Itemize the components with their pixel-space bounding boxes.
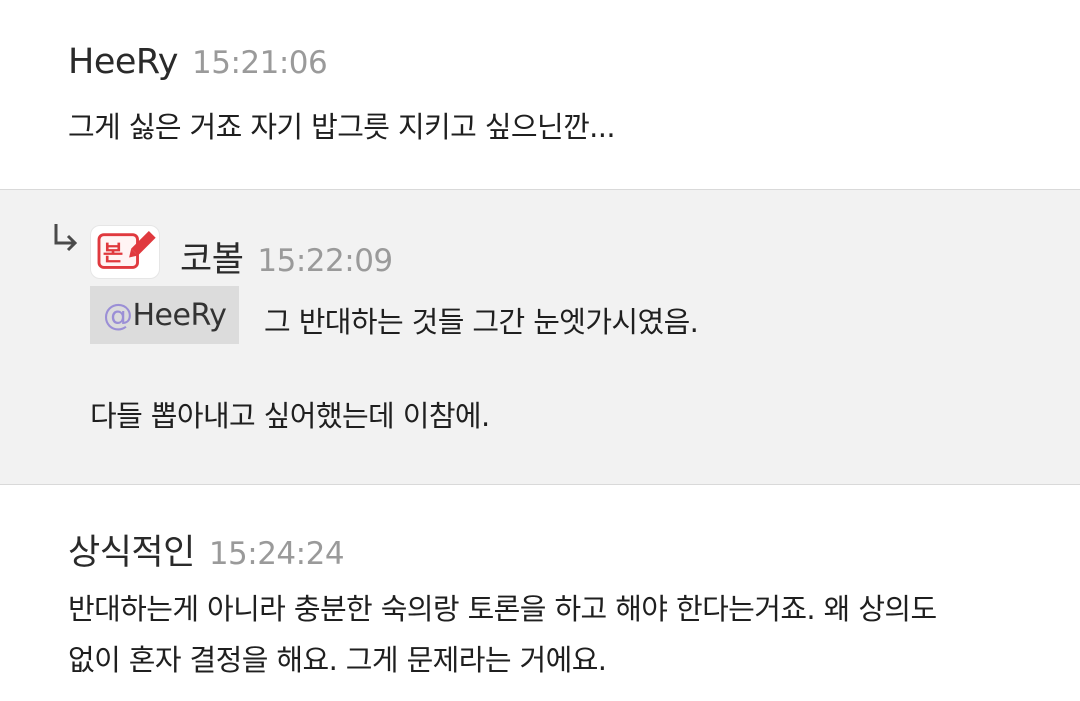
message-text: 그 반대하는 것들 그간 눈엣가시였음. bbox=[264, 305, 699, 339]
timestamp: 15:22:09 bbox=[257, 243, 393, 279]
author-name[interactable]: HeeRy bbox=[68, 42, 179, 82]
mention-at: @ bbox=[103, 297, 133, 333]
reply-arrow-icon bbox=[54, 224, 78, 252]
message-text: 그게 싫은 거죠 자기 밥그릇 지키고 싶으닌깐... bbox=[68, 110, 616, 144]
author-name[interactable]: 상식적인 bbox=[68, 524, 195, 575]
message-header: 코볼 15:22:09 bbox=[180, 231, 393, 282]
mention-chip[interactable]: @ HeeRy bbox=[90, 286, 240, 344]
avatar[interactable]: 본 bbox=[90, 225, 160, 279]
mention-name: HeeRy bbox=[132, 297, 227, 333]
message-text: 반대하는게 아니라 충분한 숙의랑 토론을 하고 해야 한다는거죠. 왜 상의도 bbox=[68, 592, 937, 626]
message-header: 상식적인 15:24:24 bbox=[68, 524, 345, 575]
chat-log: HeeRy 15:21:06 그게 싫은 거죠 자기 밥그릇 지키고 싶으닌깐.… bbox=[0, 0, 1080, 701]
avatar-glyph: 본 bbox=[103, 241, 123, 267]
message-text: 없이 혼자 결정을 해요. 그게 문제라는 거에요. bbox=[68, 643, 607, 677]
chat-message[interactable]: HeeRy 15:21:06 그게 싫은 거죠 자기 밥그릇 지키고 싶으닌깐.… bbox=[0, 0, 1080, 189]
message-text: 다들 뽑아내고 싶어했는데 이참에. bbox=[90, 399, 490, 433]
author-name[interactable]: 코볼 bbox=[180, 231, 244, 282]
message-header: HeeRy 15:21:06 bbox=[68, 42, 328, 82]
timestamp: 15:24:24 bbox=[208, 536, 345, 572]
timestamp: 15:21:06 bbox=[192, 45, 328, 81]
